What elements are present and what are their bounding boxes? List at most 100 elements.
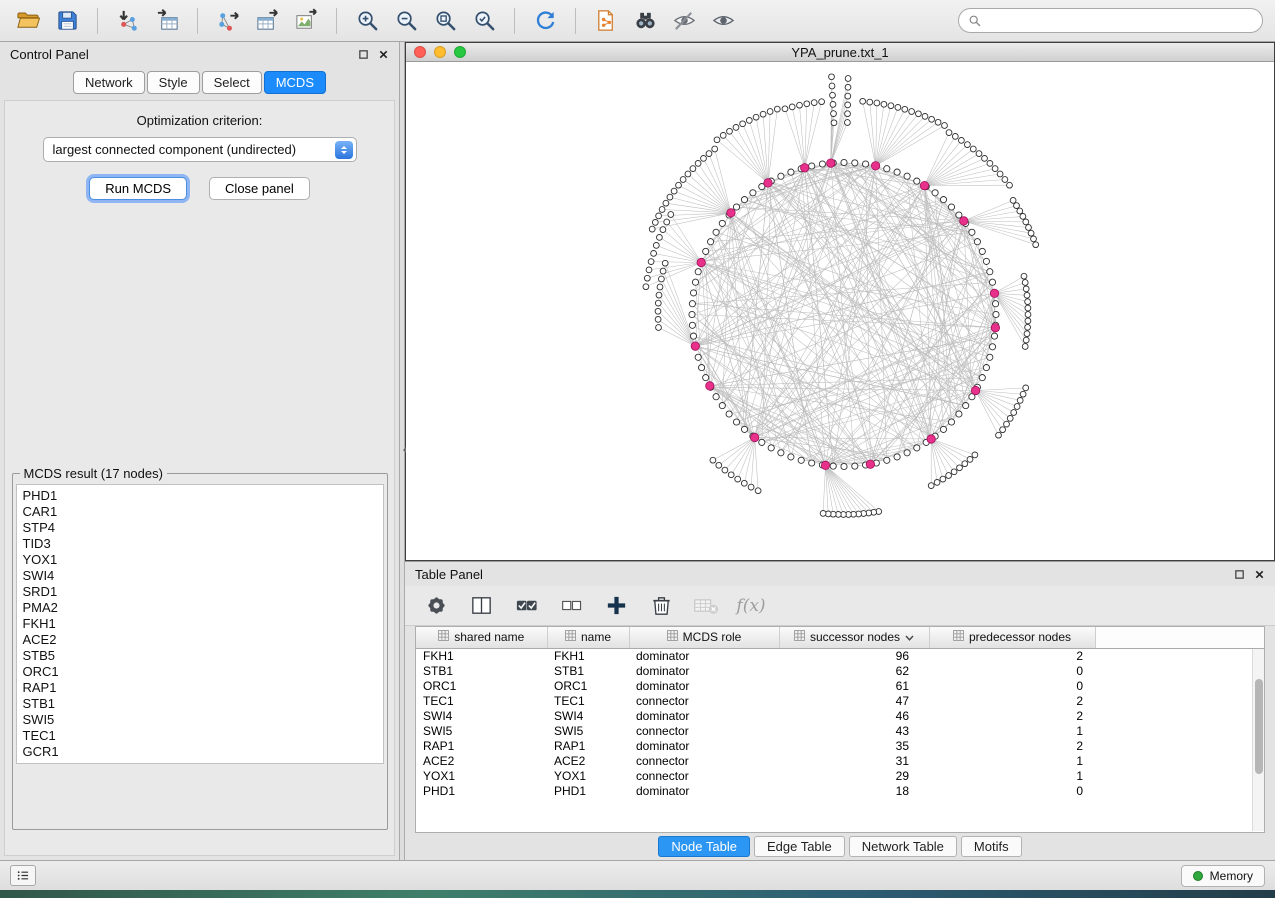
search-input[interactable] — [988, 13, 1253, 28]
tab-motifs[interactable]: Motifs — [961, 836, 1022, 857]
window-minimize-button[interactable] — [434, 46, 446, 58]
settings-gear-icon[interactable] — [421, 591, 451, 621]
table-row[interactable]: SWI5SWI5connector431 — [416, 724, 1264, 739]
network-graph[interactable] — [406, 62, 1274, 560]
mcds-result-item[interactable]: ORC1 — [23, 664, 377, 680]
column-label: predecessor nodes — [969, 630, 1071, 644]
float-panel-icon[interactable] — [1234, 569, 1245, 580]
show-graphics-icon[interactable] — [707, 6, 739, 36]
panel-splitter[interactable] — [400, 42, 405, 860]
network-titlebar: YPA_prune.txt_1 — [406, 43, 1274, 62]
save-session-icon[interactable] — [51, 6, 83, 36]
mcds-result-item[interactable]: RAP1 — [23, 680, 377, 696]
export-network-icon[interactable] — [212, 6, 244, 36]
mcds-result-item[interactable]: CAR1 — [23, 504, 377, 520]
delete-row-icon[interactable] — [646, 591, 676, 621]
scrollbar-thumb[interactable] — [1255, 679, 1263, 774]
table-row[interactable]: SWI4SWI4dominator462 — [416, 709, 1264, 724]
run-mcds-button[interactable]: Run MCDS — [89, 177, 187, 200]
tab-node-table[interactable]: Node Table — [658, 836, 750, 857]
cell-successor-nodes: 61 — [779, 679, 929, 694]
clear-table-icon[interactable] — [691, 591, 721, 621]
tab-mcds[interactable]: MCDS — [264, 71, 326, 94]
table-toolbar: f(x) — [405, 586, 1275, 626]
table-row[interactable]: PHD1PHD1dominator180 — [416, 784, 1264, 799]
mcds-result-item[interactable]: GCR1 — [23, 744, 377, 760]
table-row[interactable]: TEC1TEC1connector472 — [416, 694, 1264, 709]
table-row[interactable]: RAP1RAP1dominator352 — [416, 739, 1264, 754]
control-panel-header: Control Panel — [0, 42, 399, 66]
tab-select[interactable]: Select — [202, 71, 262, 94]
optimization-criterion-select[interactable]: largest connected component (undirected) — [43, 137, 357, 162]
import-table-file-icon[interactable] — [151, 6, 183, 36]
application-window: Control Panel NetworkStyleSelectMCDS Opt… — [0, 0, 1275, 898]
cell-name: ACE2 — [547, 754, 629, 769]
zoom-fit-icon[interactable] — [429, 6, 461, 36]
cell-name: PHD1 — [547, 784, 629, 799]
mcds-result-item[interactable]: SRD1 — [23, 584, 377, 600]
column-header-successor-nodes[interactable]: successor nodes — [779, 627, 929, 648]
tab-style[interactable]: Style — [147, 71, 200, 94]
mcds-result-item[interactable]: STP4 — [23, 520, 377, 536]
tab-network[interactable]: Network — [73, 71, 145, 94]
add-row-icon[interactable] — [601, 591, 631, 621]
cell-mcds-role: dominator — [629, 739, 779, 754]
table-row[interactable]: STB1STB1dominator620 — [416, 664, 1264, 679]
mcds-result-item[interactable]: FKH1 — [23, 616, 377, 632]
list-icon — [16, 868, 31, 883]
open-session-icon[interactable] — [12, 6, 44, 36]
table-scrollbar[interactable] — [1252, 649, 1264, 831]
mcds-result-item[interactable]: YOX1 — [23, 552, 377, 568]
table-row[interactable]: YOX1YOX1connector291 — [416, 769, 1264, 784]
mcds-result-item[interactable]: SWI5 — [23, 712, 377, 728]
mcds-result-item[interactable]: PHD1 — [23, 488, 377, 504]
column-header-mcds-role[interactable]: MCDS role — [629, 627, 779, 648]
search-box[interactable] — [958, 8, 1263, 33]
window-zoom-button[interactable] — [454, 46, 466, 58]
find-icon[interactable] — [629, 6, 661, 36]
task-history-button[interactable] — [10, 865, 36, 886]
window-close-button[interactable] — [414, 46, 426, 58]
zoom-in-icon[interactable] — [351, 6, 383, 36]
mcds-result-item[interactable]: STB5 — [23, 648, 377, 664]
export-table-icon[interactable] — [251, 6, 283, 36]
select-all-icon[interactable] — [511, 591, 541, 621]
mcds-result-item[interactable]: SWI4 — [23, 568, 377, 584]
mcds-result-item[interactable]: TEC1 — [23, 728, 377, 744]
mcds-result-item[interactable]: ACE2 — [23, 632, 377, 648]
close-panel-icon[interactable] — [1254, 569, 1265, 580]
network-canvas[interactable] — [406, 62, 1274, 560]
column-header-name[interactable]: name — [547, 627, 629, 648]
table-row[interactable]: ORC1ORC1dominator610 — [416, 679, 1264, 694]
table-row[interactable]: ACE2ACE2connector311 — [416, 754, 1264, 769]
hide-graphics-icon[interactable] — [668, 6, 700, 36]
column-header-predecessor-nodes[interactable]: predecessor nodes — [929, 627, 1095, 648]
cell-name: YOX1 — [547, 769, 629, 784]
network-window: YPA_prune.txt_1 — [405, 42, 1275, 561]
mcds-result-item[interactable]: STB1 — [23, 696, 377, 712]
column-header-shared-name[interactable]: shared name — [416, 627, 547, 648]
tab-network-table[interactable]: Network Table — [849, 836, 957, 857]
refresh-view-icon[interactable] — [529, 6, 561, 36]
mcds-result-item[interactable]: TID3 — [23, 536, 377, 552]
export-image-icon[interactable] — [290, 6, 322, 36]
mcds-result-item[interactable]: PMA2 — [23, 600, 377, 616]
float-panel-icon[interactable] — [358, 49, 369, 60]
close-panel-button[interactable]: Close panel — [209, 177, 310, 200]
share-document-icon[interactable] — [590, 6, 622, 36]
zoom-selected-icon[interactable] — [468, 6, 500, 36]
tab-edge-table[interactable]: Edge Table — [754, 836, 845, 857]
zoom-out-icon[interactable] — [390, 6, 422, 36]
table-row[interactable]: FKH1FKH1dominator962 — [416, 648, 1264, 664]
cell-predecessor-nodes: 2 — [929, 694, 1095, 709]
close-panel-icon[interactable] — [378, 49, 389, 60]
memory-button[interactable]: Memory — [1181, 865, 1265, 887]
deselect-all-icon[interactable] — [556, 591, 586, 621]
table-body: FKH1FKH1dominator962STB1STB1dominator620… — [416, 648, 1264, 799]
import-network-file-icon[interactable] — [112, 6, 144, 36]
function-builder-icon[interactable]: f(x) — [736, 591, 766, 621]
column-selector-icon[interactable] — [466, 591, 496, 621]
cell-mcds-role: connector — [629, 769, 779, 784]
table-panel-title: Table Panel — [415, 567, 483, 582]
cell-mcds-role: dominator — [629, 679, 779, 694]
